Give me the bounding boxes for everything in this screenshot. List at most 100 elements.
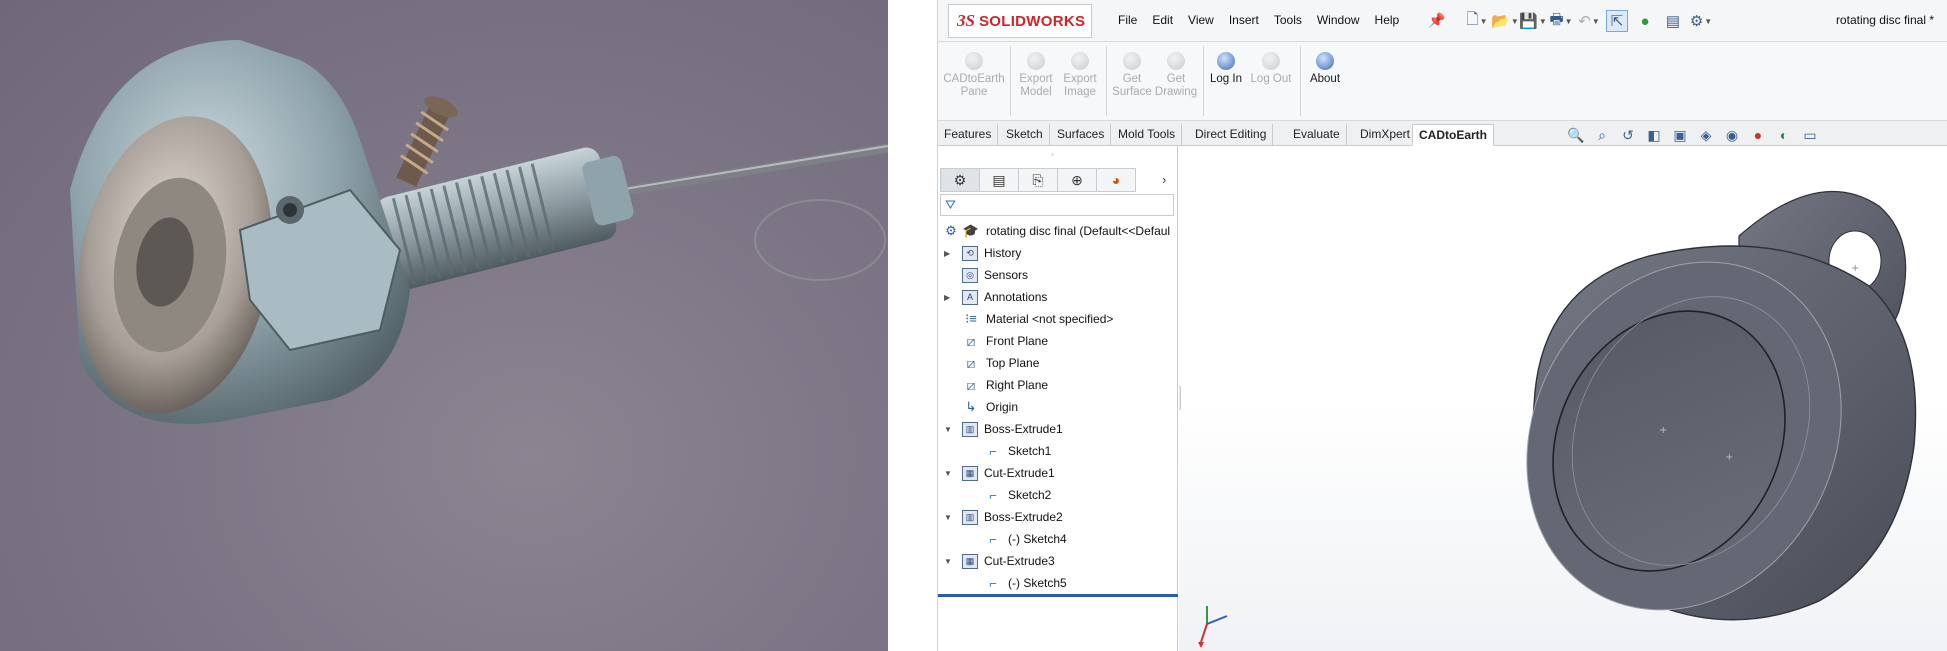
log-out-label: Log Out xyxy=(1250,73,1292,85)
display-style-icon[interactable]: ◈ xyxy=(1696,127,1716,144)
file-properties-icon[interactable]: ▤ xyxy=(1662,10,1684,32)
tree-item-right-plane[interactable]: ⧄ Right Plane xyxy=(962,374,1049,396)
globe-icon xyxy=(1027,52,1045,70)
export-model-button[interactable]: Export Model xyxy=(1016,52,1056,99)
tree-item-top-plane[interactable]: ⧄ Top Plane xyxy=(962,352,1040,374)
tab-surfaces[interactable]: Surfaces xyxy=(1051,124,1112,146)
more-tabs-chevron-icon[interactable]: › xyxy=(1162,172,1166,187)
menu-window[interactable]: Window xyxy=(1317,13,1360,27)
graphics-viewport[interactable]: + + + xyxy=(1179,146,1947,651)
edit-appearance-icon[interactable]: ● xyxy=(1748,127,1768,144)
rollback-bar[interactable] xyxy=(938,594,1178,597)
collapse-arrow-icon[interactable]: ▼ xyxy=(944,469,954,478)
tree-filter-field[interactable]: ⛛ xyxy=(940,194,1174,216)
sketch-icon: ⌐ xyxy=(989,531,997,547)
tree-item-sketch1[interactable]: ⌐ Sketch1 xyxy=(984,440,1051,462)
configuration-manager-tab-icon[interactable]: ⎘ xyxy=(1018,168,1058,192)
globe-icon xyxy=(1262,52,1280,70)
previous-view-icon[interactable]: ↺ xyxy=(1618,127,1638,144)
menu-view[interactable]: View xyxy=(1188,13,1214,27)
ribbon-separator xyxy=(1203,46,1204,116)
cadtoearth-pane-label: CADtoEarth Pane xyxy=(943,73,1005,98)
open-icon[interactable]: 📂 ▼ xyxy=(1491,10,1519,32)
tree-item-label: Annotations xyxy=(984,290,1048,304)
tab-evaluate[interactable]: Evaluate xyxy=(1287,124,1347,146)
dimxpert-manager-tab-icon[interactable]: ⊕ xyxy=(1057,168,1097,192)
tree-item-label: Boss-Extrude2 xyxy=(984,510,1063,524)
plane-icon: ⧄ xyxy=(966,354,976,371)
tree-item-sketch5[interactable]: ⌐ (-) Sketch5 xyxy=(984,572,1067,594)
tree-item-annotations[interactable]: ▶ A Annotations xyxy=(944,286,1048,308)
tree-item-origin[interactable]: ↳ Origin xyxy=(962,396,1018,418)
property-manager-tab-icon[interactable]: ▤ xyxy=(979,168,1019,192)
tree-item-material[interactable]: ⁝≡ Material <not specified> xyxy=(962,308,1113,330)
sketch-icon: ⌐ xyxy=(989,487,997,503)
tree-item-label: Sketch1 xyxy=(1008,444,1052,458)
get-drawing-button[interactable]: Get Drawing xyxy=(1154,52,1198,99)
collapse-arrow-icon[interactable]: ▼ xyxy=(944,557,954,566)
options-gear-icon[interactable]: ⚙ ▼ xyxy=(1690,10,1712,32)
solidworks-logo[interactable]: 3S SOLIDWORKS xyxy=(948,4,1092,38)
tab-features[interactable]: Features xyxy=(938,124,999,146)
collapse-arrow-icon[interactable]: ▼ xyxy=(944,513,954,522)
tree-item-boss-extrude1[interactable]: ▼ ▥ Boss-Extrude1 xyxy=(944,418,1063,440)
tree-item-cut-extrude1[interactable]: ▼ ▦ Cut-Extrude1 xyxy=(944,462,1055,484)
document-title: rotating disc final * xyxy=(1835,13,1934,27)
section-view-icon[interactable]: ◧ xyxy=(1644,127,1664,144)
pin-icon[interactable]: 📌 xyxy=(1428,12,1445,29)
save-icon[interactable]: 💾 ▼ xyxy=(1519,10,1547,32)
tree-item-sketch2[interactable]: ⌐ Sketch2 xyxy=(984,484,1051,506)
tree-item-front-plane[interactable]: ⧄ Front Plane xyxy=(962,330,1049,352)
export-image-button[interactable]: Export Image xyxy=(1060,52,1100,99)
feature-manager-tab-icon[interactable]: ⚙ xyxy=(940,168,980,192)
undo-icon[interactable]: ↶ ▼ xyxy=(1578,10,1600,32)
tree-item-label: (-) Sketch5 xyxy=(1008,576,1067,590)
collapse-arrow-icon[interactable]: ▼ xyxy=(944,425,954,434)
menu-file[interactable]: File xyxy=(1118,13,1137,27)
cadtoearth-pane-button[interactable]: CADtoEarth Pane xyxy=(943,52,1005,99)
tab-sketch[interactable]: Sketch xyxy=(1000,124,1050,146)
menu-insert[interactable]: Insert xyxy=(1229,13,1259,27)
globe-icon xyxy=(1316,52,1334,70)
tree-item-sensors[interactable]: ◎ Sensors xyxy=(962,264,1028,286)
globe-icon xyxy=(1071,52,1089,70)
log-in-button[interactable]: Log In xyxy=(1208,52,1244,86)
tab-dimxpert[interactable]: DimXpert xyxy=(1354,124,1418,146)
zoom-to-fit-icon[interactable]: 🔍 xyxy=(1566,127,1586,144)
hide-show-items-icon[interactable]: ◉ xyxy=(1722,127,1742,144)
expand-arrow-icon[interactable]: ▶ xyxy=(944,249,954,258)
tree-item-label: Cut-Extrude1 xyxy=(984,466,1055,480)
print-icon[interactable]: 🖶 ▼ xyxy=(1549,10,1572,32)
view-triad-icon[interactable] xyxy=(1198,606,1228,648)
panel-grip-icon[interactable]: ◦ xyxy=(1051,150,1054,159)
menu-edit[interactable]: Edit xyxy=(1152,13,1173,27)
about-button[interactable]: About xyxy=(1306,52,1344,86)
menu-tools[interactable]: Tools xyxy=(1274,13,1302,27)
rebuild-icon[interactable]: ● xyxy=(1634,10,1656,32)
tree-item-sketch4[interactable]: ⌐ (-) Sketch4 xyxy=(984,528,1066,550)
view-orientation-icon[interactable]: ▣ xyxy=(1670,127,1690,144)
tab-mold-tools[interactable]: Mold Tools xyxy=(1112,124,1183,146)
logo-prefix: 3S xyxy=(957,11,975,30)
menu-help[interactable]: Help xyxy=(1375,13,1400,27)
globe-icon xyxy=(965,52,983,70)
tab-direct-editing[interactable]: Direct Editing xyxy=(1189,124,1274,146)
new-document-icon[interactable]: 🗋 ▼ xyxy=(1466,10,1488,32)
tab-cadtoearth[interactable]: CADtoEarth xyxy=(1412,124,1494,146)
annotations-icon: A xyxy=(962,289,978,305)
tree-item-boss-extrude2[interactable]: ▼ ▥ Boss-Extrude2 xyxy=(944,506,1063,528)
tree-root-part[interactable]: ⚙ 🎓 rotating disc final (Default<<Defaul xyxy=(942,220,1170,242)
tree-item-history[interactable]: ▶ ⟲ History xyxy=(944,242,1021,264)
apply-scene-icon[interactable]: ◐ xyxy=(1774,127,1794,144)
panel-splitter-handle[interactable] xyxy=(1179,386,1181,410)
center-mark-2: + xyxy=(1725,452,1733,463)
command-manager-ribbon: CADtoEarth Pane Export Model Export Imag… xyxy=(938,42,1947,121)
view-settings-icon[interactable]: ▭ xyxy=(1800,127,1820,144)
display-manager-tab-icon[interactable]: ◕ xyxy=(1096,168,1136,192)
log-out-button[interactable]: Log Out xyxy=(1248,52,1294,86)
tree-item-cut-extrude3[interactable]: ▼ ▦ Cut-Extrude3 xyxy=(944,550,1055,572)
get-surface-button[interactable]: Get Surface xyxy=(1110,52,1154,99)
expand-arrow-icon[interactable]: ▶ xyxy=(944,293,954,302)
select-pointer-icon[interactable]: ⇱ xyxy=(1606,10,1628,32)
zoom-to-area-icon[interactable]: ⌕ xyxy=(1592,127,1612,144)
